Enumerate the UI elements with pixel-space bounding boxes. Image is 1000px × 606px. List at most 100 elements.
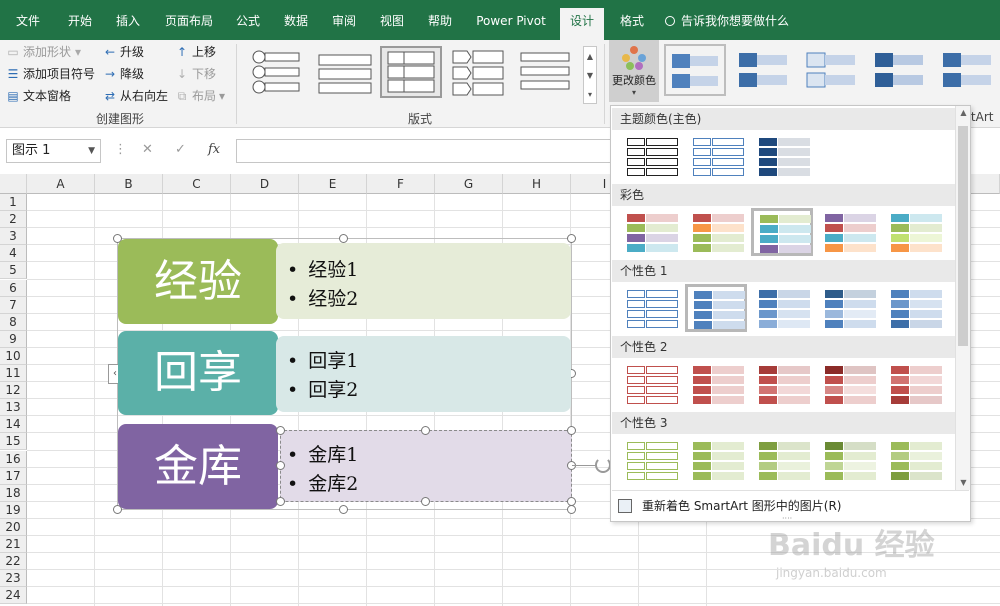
layout-button[interactable]: ⧉ 布局 ▾ <box>175 86 225 106</box>
text-pane-button[interactable]: ▤ 文本窗格 <box>6 86 71 106</box>
color-swatch[interactable] <box>817 360 879 408</box>
color-swatch[interactable] <box>883 208 945 256</box>
column-header[interactable]: A <box>27 174 95 194</box>
cancel-icon[interactable]: ✕ <box>142 142 153 157</box>
smartart-bullet[interactable]: 回享2 <box>287 375 358 402</box>
add-shape-button[interactable]: ▭ 添加形状 ▾ <box>6 42 81 62</box>
row-header[interactable]: 21 <box>0 536 27 554</box>
scroll-down-icon[interactable]: ▼ <box>956 476 971 490</box>
row-header[interactable]: 14 <box>0 416 27 434</box>
add-bullet-button[interactable]: ☰ 添加项目符号 <box>6 64 95 84</box>
row-header[interactable]: 13 <box>0 399 27 417</box>
row-header[interactable]: 5 <box>0 262 27 280</box>
smartart-style-5[interactable] <box>936 44 998 96</box>
layout-gallery-scroll[interactable]: ▲ ▼ ▾ <box>583 46 597 104</box>
shape-resize-handle[interactable] <box>567 426 576 435</box>
color-swatch[interactable] <box>685 436 747 484</box>
color-swatch[interactable] <box>751 360 813 408</box>
row-header[interactable]: 12 <box>0 382 27 400</box>
color-swatch[interactable] <box>685 360 747 408</box>
smartart-bullet[interactable]: 回享1 <box>287 346 358 373</box>
column-header[interactable]: G <box>435 174 503 194</box>
row-header[interactable]: 3 <box>0 228 27 246</box>
row-header[interactable]: 23 <box>0 570 27 588</box>
smartart-bullet[interactable]: 经验1 <box>287 255 358 282</box>
recolor-pictures-option[interactable]: 重新着色 SmartArt 图形中的图片(R) ···· <box>612 490 969 523</box>
right-to-left-button[interactable]: ⇄ 从右向左 <box>103 86 168 106</box>
color-swatch[interactable] <box>817 436 879 484</box>
smartart-bullet[interactable]: 金库2 <box>287 469 358 496</box>
color-swatch[interactable] <box>817 208 879 256</box>
shape-resize-handle[interactable] <box>276 461 285 470</box>
color-swatch[interactable] <box>883 360 945 408</box>
smartart-style-1[interactable] <box>664 44 726 96</box>
column-header[interactable]: C <box>163 174 231 194</box>
smartart-style-2[interactable] <box>732 44 794 96</box>
scroll-thumb[interactable] <box>958 126 968 346</box>
row-header[interactable]: 24 <box>0 587 27 605</box>
smartart-style-4[interactable] <box>868 44 930 96</box>
tab-formulas[interactable]: 公式 <box>228 8 268 40</box>
tab-insert[interactable]: 插入 <box>108 8 148 40</box>
promote-button[interactable]: ← 升级 <box>103 42 144 62</box>
tab-view[interactable]: 视图 <box>372 8 412 40</box>
tab-design[interactable]: 设计 <box>560 8 604 40</box>
row-header[interactable]: 4 <box>0 245 27 263</box>
tab-home[interactable]: 开始 <box>60 8 100 40</box>
select-all-corner[interactable] <box>0 174 27 194</box>
layout-option-4[interactable] <box>448 46 510 98</box>
shape-resize-handle[interactable] <box>421 497 430 506</box>
expand-gallery-icon[interactable]: ▾ <box>584 85 596 104</box>
row-header[interactable]: 19 <box>0 501 27 519</box>
color-swatch[interactable] <box>751 284 813 332</box>
demote-button[interactable]: → 降级 <box>103 64 144 84</box>
color-swatch[interactable] <box>619 360 681 408</box>
tab-help[interactable]: 帮助 <box>420 8 460 40</box>
tab-page-layout[interactable]: 页面布局 <box>158 8 220 40</box>
color-swatch[interactable] <box>751 436 813 484</box>
tab-review[interactable]: 审阅 <box>324 8 364 40</box>
layout-option-2[interactable] <box>314 46 376 98</box>
row-header[interactable]: 10 <box>0 347 27 365</box>
scroll-up-icon[interactable]: ▲ <box>956 106 971 120</box>
row-header[interactable]: 22 <box>0 553 27 571</box>
tab-format[interactable]: 格式 <box>612 8 652 40</box>
smartart-bullet[interactable]: 金库1 <box>287 440 358 467</box>
move-down-button[interactable]: ↓ 下移 <box>175 64 216 84</box>
row-header[interactable]: 18 <box>0 484 27 502</box>
row-header[interactable]: 17 <box>0 467 27 485</box>
color-swatch[interactable] <box>619 436 681 484</box>
resize-handle[interactable] <box>567 234 576 243</box>
smartart-style-3[interactable] <box>800 44 862 96</box>
color-swatch[interactable] <box>817 284 879 332</box>
rotate-handle-icon[interactable] <box>595 457 611 473</box>
resize-handle[interactable] <box>567 505 576 514</box>
smartart-shape-title[interactable]: 金库 <box>118 424 278 509</box>
smartart-bullet[interactable]: 经验2 <box>287 284 358 311</box>
smartart-shape-title[interactable]: 回享 <box>118 331 278 415</box>
change-colors-button[interactable]: 更改颜色 ▾ <box>609 40 659 102</box>
layout-option-5[interactable] <box>516 46 578 98</box>
resize-handle[interactable] <box>339 234 348 243</box>
name-box[interactable]: 图示 1 ▼ <box>6 139 101 163</box>
color-swatch[interactable] <box>685 284 747 332</box>
shape-resize-handle[interactable] <box>421 426 430 435</box>
color-swatch[interactable] <box>751 208 813 256</box>
scroll-down-icon[interactable]: ▼ <box>584 66 596 85</box>
row-header[interactable]: 7 <box>0 296 27 314</box>
column-header[interactable]: F <box>367 174 435 194</box>
layout-option-1[interactable] <box>248 46 310 98</box>
tab-power-pivot[interactable]: Power Pivot <box>472 8 550 40</box>
dropdown-scrollbar[interactable]: ▲ ▼ <box>955 106 970 490</box>
row-header[interactable]: 6 <box>0 279 27 297</box>
row-header[interactable]: 16 <box>0 450 27 468</box>
resize-handle[interactable] <box>339 505 348 514</box>
color-swatch[interactable] <box>751 132 813 180</box>
color-swatch[interactable] <box>883 284 945 332</box>
column-header[interactable]: D <box>231 174 299 194</box>
tab-file[interactable]: 文件 <box>8 8 48 40</box>
column-header[interactable]: B <box>95 174 163 194</box>
row-header[interactable]: 20 <box>0 518 27 536</box>
shape-resize-handle[interactable] <box>276 426 285 435</box>
color-swatch[interactable] <box>619 208 681 256</box>
